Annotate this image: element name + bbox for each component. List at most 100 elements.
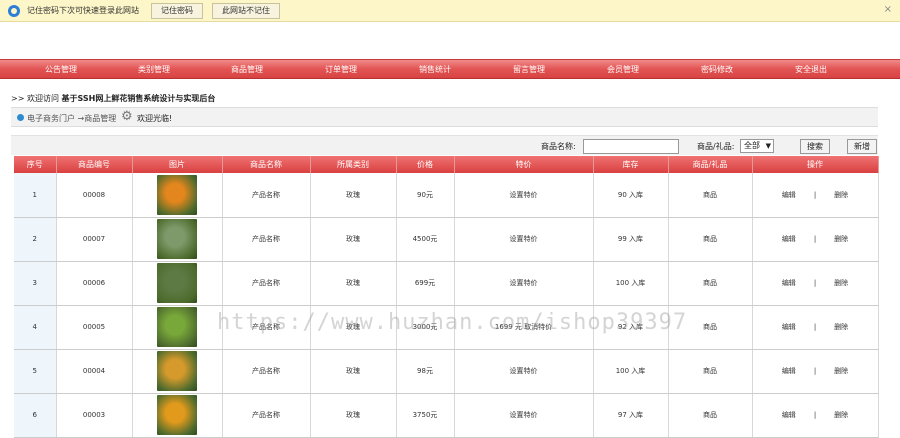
remember-password-button[interactable]: 记住密码 [151,2,203,19]
delete-link[interactable]: 删除 [834,322,848,332]
welcome-prefix: >> 欢迎访问 [11,94,59,103]
portal-icon [17,114,24,121]
row-number: 3 [14,261,57,306]
breadcrumb: 电子商务门户 →商品管理 ⚙ 欢迎光临! [11,107,878,127]
browser-logo-icon [8,4,20,17]
nav-item-password[interactable]: 密码修改 [701,64,733,75]
delete-link[interactable]: 删除 [834,190,848,200]
row-number: 1 [14,173,57,218]
header-category: 所属类别 [310,156,397,173]
row-number: 6 [14,393,57,438]
stock-link[interactable]: 97 入库 [593,393,669,438]
product-code: 00004 [56,349,133,394]
row-actions: 编辑 | 删除 [752,217,879,262]
product-image-cell [132,173,223,218]
breadcrumb-path[interactable]: 电子商务门户 →商品管理 [27,113,116,124]
product-name-label: 商品名称: [541,142,576,151]
product-code: 00003 [56,393,133,438]
nav-item-sales[interactable]: 销售统计 [419,64,451,75]
close-icon[interactable]: × [884,4,892,15]
action-separator: | [813,323,817,331]
product-code: 00008 [56,173,133,218]
product-name: 产品名称 [222,261,311,306]
product-code: 00007 [56,217,133,262]
edit-link[interactable]: 编辑 [782,278,796,288]
nav-item-products[interactable]: 商品管理 [231,64,263,75]
product-code: 00005 [56,305,133,350]
nav-item-orders[interactable]: 订单管理 [325,64,357,75]
add-button[interactable]: 新增 [847,139,877,154]
special-price-link[interactable]: 设置特价 [454,393,594,438]
action-separator: | [813,279,817,287]
edit-link[interactable]: 编辑 [782,410,796,420]
header-no: 序号 [14,156,57,173]
table-row: 2 00007 产品名称 玫瑰 4500元 设置特价 99 入库 商品 编辑 | 删除 [14,217,879,262]
stock-link[interactable]: 100 入库 [593,261,669,306]
edit-link[interactable]: 编辑 [782,322,796,332]
table-row: 3 00006 产品名称 玫瑰 699元 设置特价 100 入库 商品 编辑 | 删除 [14,261,879,306]
stock-link[interactable]: 100 入库 [593,349,669,394]
row-actions: 编辑 | 删除 [752,261,879,306]
product-image-cell [132,261,223,306]
password-save-bar: 记住密码下次可快速登录此网站 记住密码 此网站不记住 × [0,0,900,22]
main-nav: 公告管理 类别管理 商品管理 订单管理 销售统计 留言管理 会员管理 密码修改 … [0,59,900,79]
nav-item-categories[interactable]: 类别管理 [138,64,170,75]
delete-link[interactable]: 删除 [834,234,848,244]
row-actions: 编辑 | 删除 [752,349,879,394]
product-price: 3750元 [396,393,455,438]
nav-item-messages[interactable]: 留言管理 [513,64,545,75]
nav-item-members[interactable]: 会员管理 [607,64,639,75]
row-number: 5 [14,349,57,394]
row-number: 4 [14,305,57,350]
flower-image[interactable] [157,395,197,435]
special-price-link[interactable]: 设置特价 [454,349,594,394]
product-category: 玫瑰 [310,173,397,218]
stock-link[interactable]: 90 入库 [593,173,669,218]
product-name: 产品名称 [222,173,311,218]
product-kind: 商品 [668,217,753,262]
product-kind: 商品 [668,173,753,218]
row-actions: 编辑 | 删除 [752,393,879,438]
product-kind: 商品 [668,261,753,306]
product-name-input[interactable] [583,139,679,154]
header-kind: 商品/礼品 [668,156,753,173]
flower-image[interactable] [157,351,197,391]
welcome-line: >> 欢迎访问 基于SSH网上鲜花销售系统设计与实现后台 [11,93,215,104]
product-type-label: 商品/礼品: [697,142,735,151]
flower-image[interactable] [157,219,197,259]
never-remember-button[interactable]: 此网站不记住 [212,2,280,19]
flower-image[interactable] [157,307,197,347]
product-price: 90元 [396,173,455,218]
flower-image[interactable] [157,174,197,215]
delete-link[interactable]: 删除 [834,366,848,376]
edit-link[interactable]: 编辑 [782,366,796,376]
action-separator: | [813,190,817,199]
flower-image[interactable] [157,263,197,303]
row-actions: 编辑 | 删除 [752,305,879,350]
gear-icon: ⚙ [121,109,133,124]
stock-link[interactable]: 99 入库 [593,217,669,262]
search-bar: 商品名称: 商品/礼品: 全部 搜索 新增 [11,135,878,155]
product-category: 玫瑰 [310,393,397,438]
nav-item-logout[interactable]: 安全退出 [795,64,827,75]
product-type-select[interactable]: 全部 [740,139,774,153]
edit-link[interactable]: 编辑 [782,234,796,244]
special-price-link[interactable]: 设置特价 [454,261,594,306]
password-bar-message: 记住密码下次可快速登录此网站 [27,6,139,15]
product-table: 序号 商品编号 图片 商品名称 所属类别 价格 特价 库存 商品/礼品 操作 1… [14,156,879,438]
product-category: 玫瑰 [310,217,397,262]
table-row: 1 00008 产品名称 玫瑰 90元 设置特价 90 入库 商品 编辑 | 删除 [14,173,879,218]
table-row: 6 00003 产品名称 玫瑰 3750元 设置特价 97 入库 商品 编辑 | 删除 [14,393,879,438]
action-separator: | [813,367,817,375]
nav-item-notices[interactable]: 公告管理 [45,64,77,75]
special-price-link[interactable]: 设置特价 [454,173,594,218]
delete-link[interactable]: 删除 [834,278,848,288]
special-price-link[interactable]: 设置特价 [454,217,594,262]
watermark: https://www.huzhan.com/ishop39397 [217,310,688,335]
search-button[interactable]: 搜索 [800,139,830,154]
delete-link[interactable]: 删除 [834,410,848,420]
edit-link[interactable]: 编辑 [782,190,796,200]
product-kind: 商品 [668,393,753,438]
product-image-cell [132,217,223,262]
product-code: 00006 [56,261,133,306]
